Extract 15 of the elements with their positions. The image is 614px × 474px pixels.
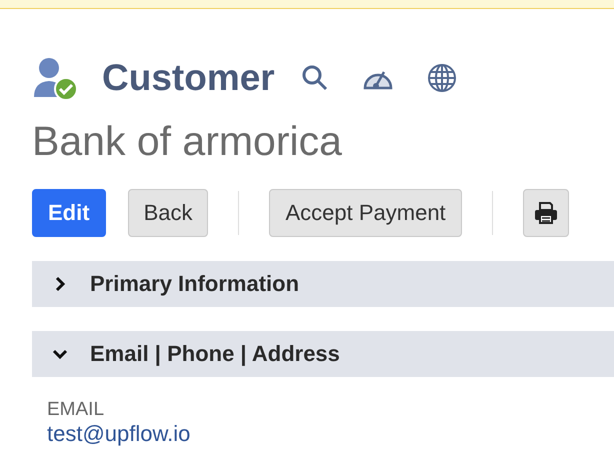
action-button[interactable]: Edit — [32, 189, 106, 237]
field-label: EMAIL — [47, 399, 106, 421]
record-name: Bank of armorica — [32, 117, 343, 165]
action-button[interactable]: Back — [128, 189, 208, 237]
printer-icon — [534, 201, 558, 225]
globe-icon[interactable] — [426, 63, 457, 93]
page-title: Customer — [102, 57, 275, 99]
section-header[interactable]: Email | Phone | Address — [32, 331, 614, 377]
print-button[interactable] — [522, 189, 569, 237]
section-title: Email | Phone | Address — [90, 341, 340, 367]
section-title: Primary Information — [90, 271, 300, 297]
section-header[interactable]: Primary Information — [32, 261, 614, 307]
search-icon[interactable] — [300, 64, 329, 92]
email-link[interactable]: test@upflow.io — [47, 421, 190, 446]
action-button[interactable]: Accept Payment — [269, 189, 462, 237]
